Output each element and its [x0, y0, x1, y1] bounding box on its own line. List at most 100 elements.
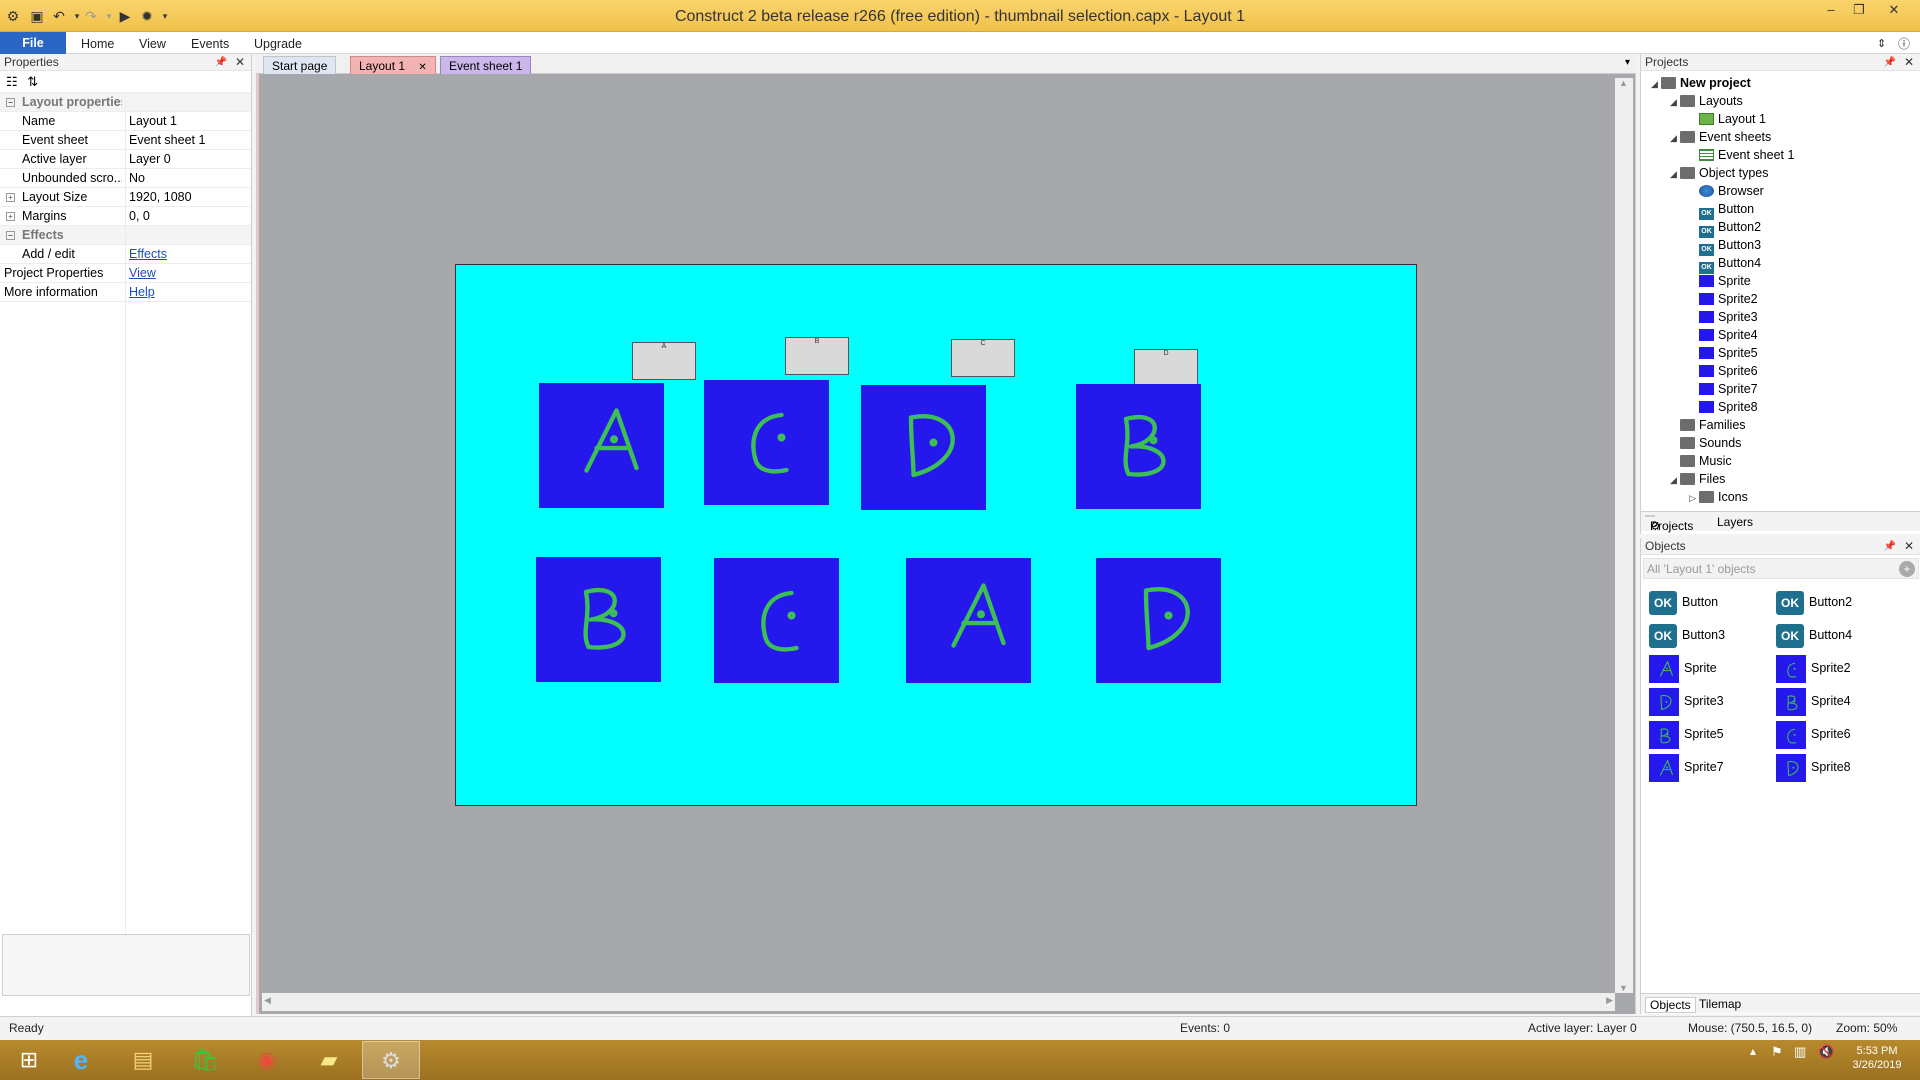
layout-canvas[interactable]: A B C D: [455, 264, 1417, 806]
object-item[interactable]: Sprite7: [1649, 752, 1724, 782]
expand-icon[interactable]: +: [6, 212, 15, 221]
subtab-projects[interactable]: ⚙ Projects: [1645, 515, 1693, 533]
taskbar-store[interactable]: 🛍: [176, 1041, 234, 1079]
tree-item[interactable]: ▷ Icons: [1689, 488, 1748, 506]
minimize-button[interactable]: –: [1817, 2, 1845, 20]
close-icon[interactable]: ✕: [235, 54, 245, 71]
tree-item[interactable]: ◢ Event sheets: [1670, 128, 1771, 146]
taskbar-ie[interactable]: e: [52, 1041, 110, 1079]
pin-icon[interactable]: 📌: [215, 54, 227, 71]
property-link[interactable]: Help: [129, 283, 155, 302]
clock[interactable]: 5:53 PM 3/26/2019: [1844, 1044, 1910, 1072]
tree-item[interactable]: ◢ Files: [1670, 470, 1725, 488]
taskbar-notes[interactable]: ▰: [300, 1041, 358, 1079]
object-item[interactable]: OK Button4: [1776, 620, 1852, 650]
property-value[interactable]: 1920, 1080: [129, 188, 192, 207]
tree-item[interactable]: OK Button2: [1689, 218, 1761, 238]
tree-item[interactable]: Sprite: [1689, 272, 1751, 290]
object-item[interactable]: Sprite2: [1776, 653, 1851, 683]
alphabetical-sort-icon[interactable]: ⇅: [27, 74, 38, 89]
sprite-object-c[interactable]: [714, 558, 839, 683]
property-value[interactable]: Layout 1: [129, 112, 177, 131]
expand-icon[interactable]: ◢: [1670, 471, 1680, 489]
property-link[interactable]: Effects: [129, 245, 167, 264]
close-icon[interactable]: ✕: [1904, 54, 1914, 71]
horizontal-scrollbar[interactable]: ◀ ▶: [262, 993, 1615, 1011]
tabs-dropdown-icon[interactable]: ▾: [1625, 57, 1630, 68]
taskbar-construct2[interactable]: ⚙: [362, 1041, 420, 1079]
action-center-icon[interactable]: ⚑: [1771, 1044, 1783, 1060]
object-item[interactable]: Sprite4: [1776, 686, 1851, 716]
expand-icon[interactable]: ◢: [1670, 129, 1680, 147]
close-button[interactable]: ✕: [1880, 2, 1908, 20]
tree-item[interactable]: Sprite8: [1689, 398, 1758, 416]
tree-item[interactable]: Sprite5: [1689, 344, 1758, 362]
expand-icon[interactable]: −: [6, 98, 15, 107]
property-value[interactable]: Layer 0: [129, 150, 171, 169]
button-object[interactable]: B: [785, 337, 849, 375]
tree-item[interactable]: OK Button: [1689, 200, 1754, 220]
property-value[interactable]: 0, 0: [129, 207, 150, 226]
tree-item[interactable]: Event sheet 1: [1689, 146, 1794, 164]
object-item[interactable]: Sprite6: [1776, 719, 1851, 749]
ribbon-toggle-icon[interactable]: ⇕: [1877, 34, 1886, 54]
expand-icon[interactable]: −: [6, 231, 15, 240]
scroll-up-icon[interactable]: ▲: [1619, 78, 1628, 88]
property-value[interactable]: Event sheet 1: [129, 131, 205, 150]
button-object[interactable]: D: [1134, 349, 1198, 387]
menu-view[interactable]: View: [139, 34, 166, 54]
object-item[interactable]: Sprite5: [1649, 719, 1724, 749]
taskbar-explorer[interactable]: ▤: [114, 1041, 172, 1079]
about-icon[interactable]: ⓘ: [1898, 34, 1910, 54]
tree-item[interactable]: Layout 1: [1689, 110, 1766, 128]
expand-icon[interactable]: ◢: [1670, 93, 1680, 111]
expand-icon[interactable]: +: [6, 193, 15, 202]
tree-item[interactable]: Sounds: [1670, 434, 1741, 452]
subtab-objects[interactable]: Objects: [1645, 997, 1696, 1013]
categorized-sort-icon[interactable]: ☷: [6, 74, 18, 89]
property-link[interactable]: View: [129, 264, 156, 283]
subtab-layers[interactable]: Layers: [1717, 515, 1753, 529]
expand-icon[interactable]: ◢: [1651, 75, 1661, 93]
object-item[interactable]: Sprite: [1649, 653, 1717, 683]
tree-item[interactable]: ◢ Object types: [1670, 164, 1768, 182]
tab-start-page[interactable]: Start page: [263, 56, 337, 74]
object-item[interactable]: Sprite3: [1649, 686, 1724, 716]
taskbar-chrome[interactable]: ◉: [238, 1041, 296, 1079]
tab-event-sheet-1[interactable]: Event sheet 1: [440, 56, 532, 74]
tree-item[interactable]: Sprite7: [1689, 380, 1758, 398]
button-object[interactable]: A: [632, 342, 696, 380]
expand-icon[interactable]: ◢: [1670, 165, 1680, 183]
menu-upgrade[interactable]: Upgrade: [254, 34, 302, 54]
menu-file[interactable]: File: [0, 32, 66, 54]
add-object-icon[interactable]: +: [1899, 561, 1915, 577]
sprite-object-d[interactable]: [1096, 558, 1221, 683]
scroll-down-icon[interactable]: ▼: [1619, 983, 1628, 993]
object-item[interactable]: OK Button2: [1776, 587, 1852, 617]
object-item[interactable]: OK Button3: [1649, 620, 1725, 650]
tree-item[interactable]: Browser: [1689, 182, 1764, 200]
scroll-right-icon[interactable]: ▶: [1606, 995, 1613, 1006]
sprite-object-a[interactable]: [906, 558, 1031, 683]
show-hidden-icons[interactable]: ▴: [1750, 1044, 1756, 1058]
tree-item[interactable]: Sprite2: [1689, 290, 1758, 308]
tree-item[interactable]: Sprite6: [1689, 362, 1758, 380]
tree-item[interactable]: Sprite3: [1689, 308, 1758, 326]
objects-filter-field[interactable]: All 'Layout 1' objects +: [1643, 558, 1919, 579]
tab-layout-1[interactable]: Layout 1 ✕: [350, 56, 436, 74]
volume-muted-icon[interactable]: 🔇: [1818, 1044, 1834, 1060]
sprite-object-b[interactable]: [536, 557, 661, 682]
tree-item[interactable]: OK Button3: [1689, 236, 1761, 256]
tree-item[interactable]: ◢ Layouts: [1670, 92, 1743, 110]
object-item[interactable]: OK Button: [1649, 587, 1718, 617]
restore-button[interactable]: ❐: [1845, 2, 1873, 20]
scroll-left-icon[interactable]: ◀: [264, 995, 271, 1006]
sprite-object-a[interactable]: [539, 383, 664, 508]
subtab-tilemap[interactable]: Tilemap: [1699, 997, 1741, 1011]
button-object[interactable]: C: [951, 339, 1015, 377]
expand-icon[interactable]: ▷: [1689, 489, 1699, 507]
tree-item[interactable]: Families: [1670, 416, 1746, 434]
sprite-object-c[interactable]: [704, 380, 829, 505]
property-value[interactable]: No: [129, 169, 145, 188]
start-button[interactable]: ⊞: [0, 1041, 58, 1079]
